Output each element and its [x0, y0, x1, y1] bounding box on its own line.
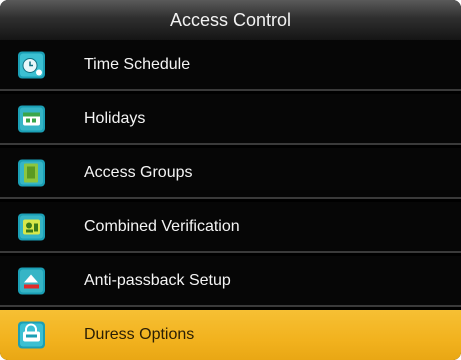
- verification-icon: [18, 213, 45, 240]
- access-control-menu: Time Schedule Holidays Access Groups Com…: [0, 40, 461, 360]
- menu-item-combined-verification[interactable]: Combined Verification: [0, 202, 461, 253]
- menu-item-label: Duress Options: [84, 326, 195, 343]
- clock-icon: [18, 51, 45, 78]
- anti-passback-icon: [18, 267, 45, 294]
- menu-item-label: Time Schedule: [84, 55, 191, 73]
- menu-item-time-schedule[interactable]: Time Schedule: [0, 40, 461, 91]
- group-icon: [18, 159, 45, 186]
- menu-item-label: Access Groups: [84, 163, 193, 181]
- menu-item-label: Holidays: [84, 109, 146, 127]
- menu-item-access-groups[interactable]: Access Groups: [0, 148, 461, 199]
- duress-icon: [18, 321, 45, 349]
- menu-item-holidays[interactable]: Holidays: [0, 94, 461, 145]
- device-screen: Access Control Time Schedule Holidays Ac…: [0, 0, 461, 360]
- menu-item-label: Anti-passback Setup: [84, 271, 231, 289]
- menu-item-duress-options[interactable]: Duress Options: [0, 310, 461, 360]
- holiday-icon: [18, 105, 45, 132]
- menu-item-anti-passback[interactable]: Anti-passback Setup: [0, 256, 461, 307]
- page-title: Access Control: [169, 9, 292, 30]
- menu-item-label: Combined Verification: [84, 217, 240, 235]
- title-bar: Access Control: [0, 0, 461, 41]
